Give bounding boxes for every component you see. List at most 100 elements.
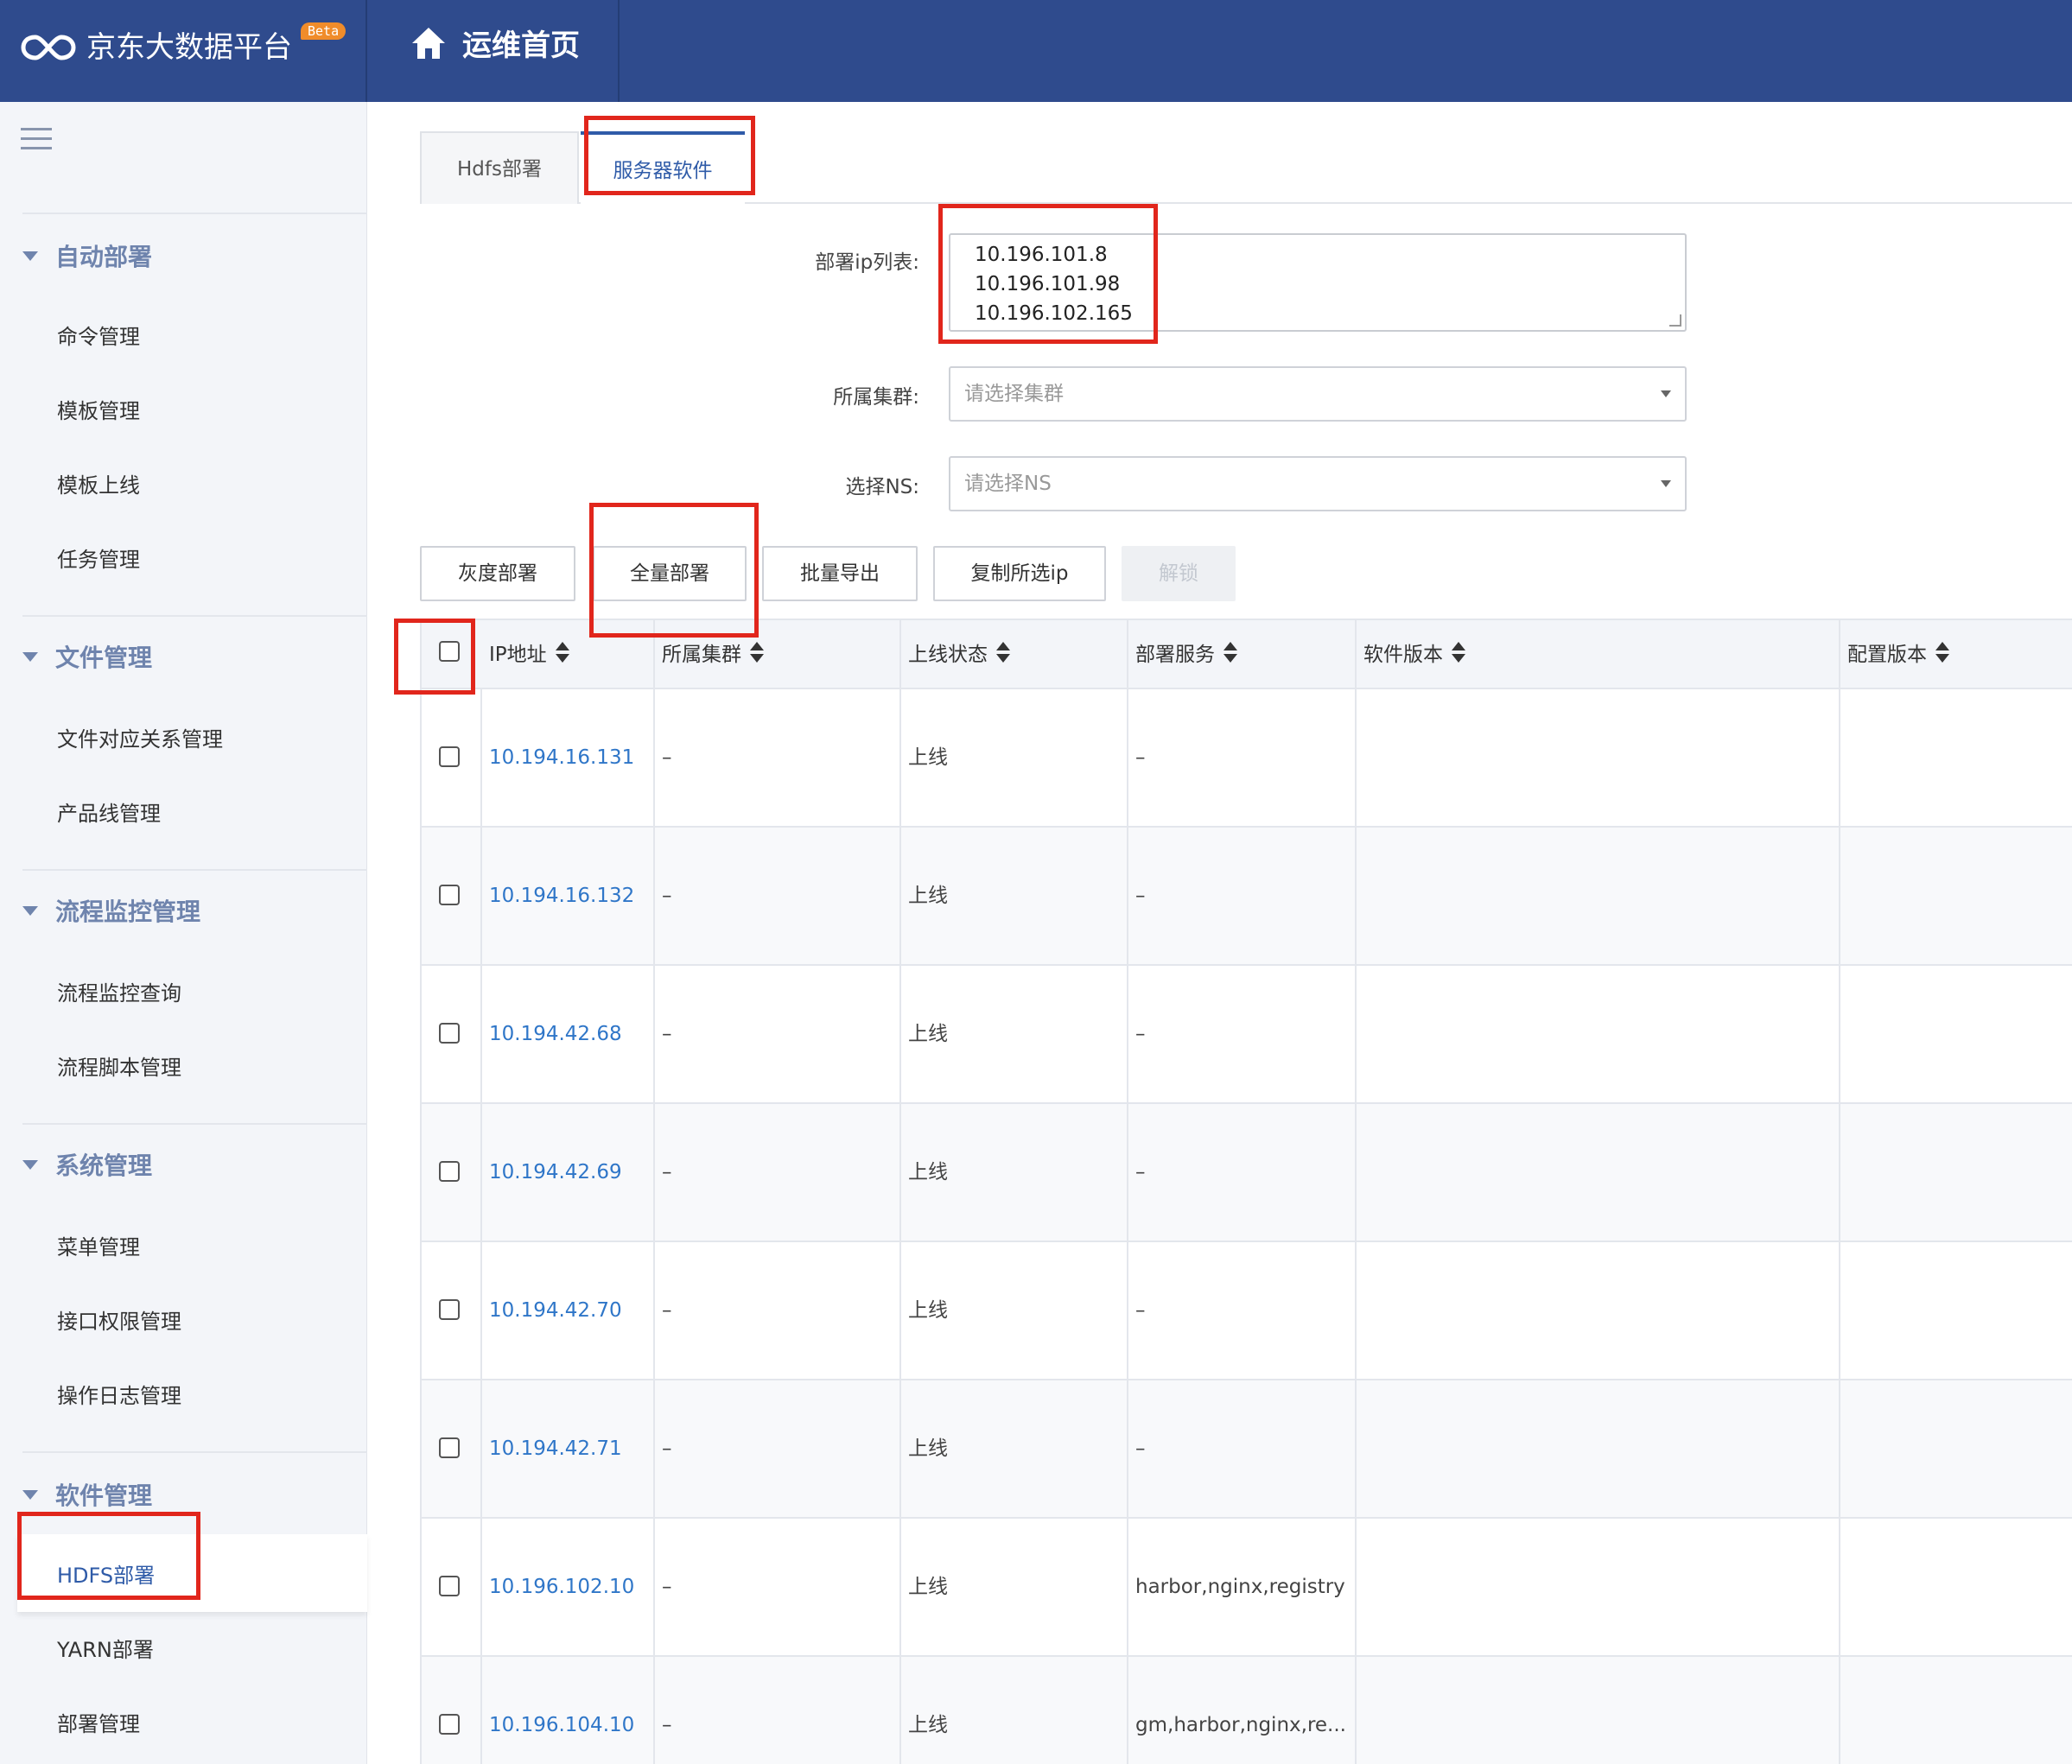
batch-export-button[interactable]: 批量导出 — [762, 546, 918, 601]
dropdown-arrow-icon — [1661, 390, 1671, 397]
sort-icon[interactable] — [1452, 641, 1465, 664]
table-row[interactable]: 10.196.104.10 – 上线 gm,harbor,nginx,re... — [420, 1657, 2072, 1764]
cell-software-version — [1355, 828, 1839, 964]
cell-status: 上线 — [908, 1714, 948, 1736]
cluster-select[interactable]: 请选择集群 — [949, 366, 1687, 422]
sidebar-item-file-relation[interactable]: 文件对应关系管理 — [57, 724, 223, 755]
ns-label: 选择NS: — [845, 476, 919, 498]
unlock-button[interactable]: 解锁 — [1122, 546, 1236, 601]
cell-ip[interactable]: 10.194.42.68 — [480, 966, 653, 1102]
table-row[interactable]: 10.194.16.132 – 上线 – — [420, 828, 2072, 966]
cell-cluster: – — [662, 1437, 672, 1460]
column-divider — [480, 689, 482, 1764]
cell-software-version — [1355, 1519, 1839, 1655]
table-row[interactable]: 10.194.16.131 – 上线 – — [420, 689, 2072, 828]
caret-down-icon — [22, 905, 38, 916]
row-checkbox[interactable] — [439, 1161, 460, 1182]
sidebar-item-command[interactable]: 命令管理 — [57, 321, 140, 352]
cell-ip[interactable]: 10.194.42.71 — [480, 1380, 653, 1517]
sort-icon[interactable] — [555, 641, 569, 664]
sidebar-item-deploy-manage[interactable]: 部署管理 — [57, 1709, 140, 1740]
row-checkbox[interactable] — [439, 746, 460, 767]
column-header-ip[interactable]: IP地址 — [480, 620, 569, 691]
highlight-box-tab — [584, 116, 755, 195]
cell-config-version — [1839, 1104, 2072, 1241]
sort-icon[interactable] — [750, 641, 764, 664]
resize-grip-icon[interactable] — [1669, 314, 1681, 327]
brand[interactable]: 京东大数据平台 Beta — [0, 0, 367, 102]
sidebar-item-operation-log[interactable]: 操作日志管理 — [57, 1380, 181, 1412]
table-row[interactable]: 10.194.42.70 – 上线 – — [420, 1242, 2072, 1380]
table-row[interactable]: 10.194.42.71 – 上线 – — [420, 1380, 2072, 1519]
cell-status: 上线 — [908, 1437, 948, 1460]
sidebar-item-task[interactable]: 任务管理 — [57, 544, 140, 575]
sidebar-group-system[interactable]: 系统管理 — [22, 1149, 152, 1183]
sort-icon[interactable] — [996, 641, 1010, 664]
caret-down-icon — [22, 1159, 38, 1170]
caret-down-icon — [22, 251, 38, 261]
cell-config-version — [1839, 689, 2072, 826]
sidebar-item-product-line[interactable]: 产品线管理 — [57, 798, 161, 829]
gray-deploy-button[interactable]: 灰度部署 — [420, 546, 575, 601]
cell-software-version — [1355, 1380, 1839, 1517]
cell-service: – — [1135, 885, 1146, 907]
row-checkbox[interactable] — [439, 1576, 460, 1596]
cell-service: – — [1135, 746, 1146, 769]
cell-ip[interactable]: 10.196.104.10 — [480, 1657, 653, 1764]
cell-status: 上线 — [908, 1299, 948, 1322]
sidebar-group-file[interactable]: 文件管理 — [22, 641, 152, 676]
cell-ip[interactable]: 10.194.16.131 — [480, 689, 653, 826]
sidebar-group-flow-monitor[interactable]: 流程监控管理 — [22, 895, 200, 930]
sidebar-item-yarn-deploy[interactable]: YARN部署 — [57, 1634, 154, 1666]
table-row[interactable]: 10.194.42.68 – 上线 – — [420, 966, 2072, 1104]
column-header-software-version[interactable]: 软件版本 — [1355, 620, 1465, 691]
column-divider — [1127, 619, 1128, 1764]
copy-selected-ip-button[interactable]: 复制所选ip — [933, 546, 1106, 601]
sidebar-item-menu[interactable]: 菜单管理 — [57, 1232, 140, 1263]
sidebar-item-flow-query[interactable]: 流程监控查询 — [57, 978, 181, 1009]
cell-config-version — [1839, 1380, 2072, 1517]
sidebar-item-template[interactable]: 模板管理 — [57, 396, 140, 427]
row-checkbox[interactable] — [439, 1299, 460, 1320]
cell-cluster: – — [662, 1576, 672, 1598]
row-checkbox[interactable] — [439, 885, 460, 905]
cell-status: 上线 — [908, 746, 948, 769]
column-divider — [1355, 619, 1357, 1764]
cell-ip[interactable]: 10.194.42.69 — [480, 1104, 653, 1241]
cell-ip[interactable]: 10.194.16.132 — [480, 828, 653, 964]
cell-status: 上线 — [908, 1023, 948, 1045]
cell-cluster: – — [662, 1299, 672, 1322]
cell-ip[interactable]: 10.196.102.10 — [480, 1519, 653, 1655]
row-checkbox[interactable] — [439, 1714, 460, 1735]
beta-badge: Beta — [301, 22, 346, 40]
column-header-service[interactable]: 部署服务 — [1127, 620, 1237, 691]
sidebar-item-template-online[interactable]: 模板上线 — [57, 470, 140, 501]
cell-service: harbor,nginx,registry — [1135, 1576, 1345, 1598]
cell-ip[interactable]: 10.194.42.70 — [480, 1242, 653, 1379]
page-title: 运维首页 — [462, 29, 580, 63]
hamburger-menu-icon[interactable] — [21, 128, 55, 154]
highlight-box-select-all — [394, 619, 475, 695]
tab-hdfs-deploy[interactable]: Hdfs部署 — [420, 131, 579, 204]
sort-icon[interactable] — [1223, 641, 1237, 664]
sidebar-group-auto-deploy[interactable]: 自动部署 — [22, 240, 152, 275]
sidebar-item-flow-script[interactable]: 流程脚本管理 — [57, 1052, 181, 1083]
cell-cluster: – — [662, 1023, 672, 1045]
table-row[interactable]: 10.194.42.69 – 上线 – — [420, 1104, 2072, 1242]
cell-status: 上线 — [908, 885, 948, 907]
cell-cluster: – — [662, 1161, 672, 1183]
sidebar-divider — [22, 615, 367, 617]
highlight-box-hdfs-deploy — [17, 1512, 200, 1600]
column-header-config-version[interactable]: 配置版本 — [1839, 620, 1949, 691]
cell-service: – — [1135, 1299, 1146, 1322]
home-nav[interactable]: 运维首页 — [367, 0, 620, 102]
column-header-status[interactable]: 上线状态 — [899, 620, 1010, 691]
sidebar-group-software[interactable]: 软件管理 — [22, 1479, 152, 1513]
cell-config-version — [1839, 966, 2072, 1102]
row-checkbox[interactable] — [439, 1437, 460, 1458]
table-row[interactable]: 10.196.102.10 – 上线 harbor,nginx,registry — [420, 1519, 2072, 1657]
ns-select[interactable]: 请选择NS — [949, 456, 1687, 511]
sidebar-item-api-permission[interactable]: 接口权限管理 — [57, 1306, 181, 1337]
sort-icon[interactable] — [1935, 641, 1949, 664]
row-checkbox[interactable] — [439, 1023, 460, 1044]
